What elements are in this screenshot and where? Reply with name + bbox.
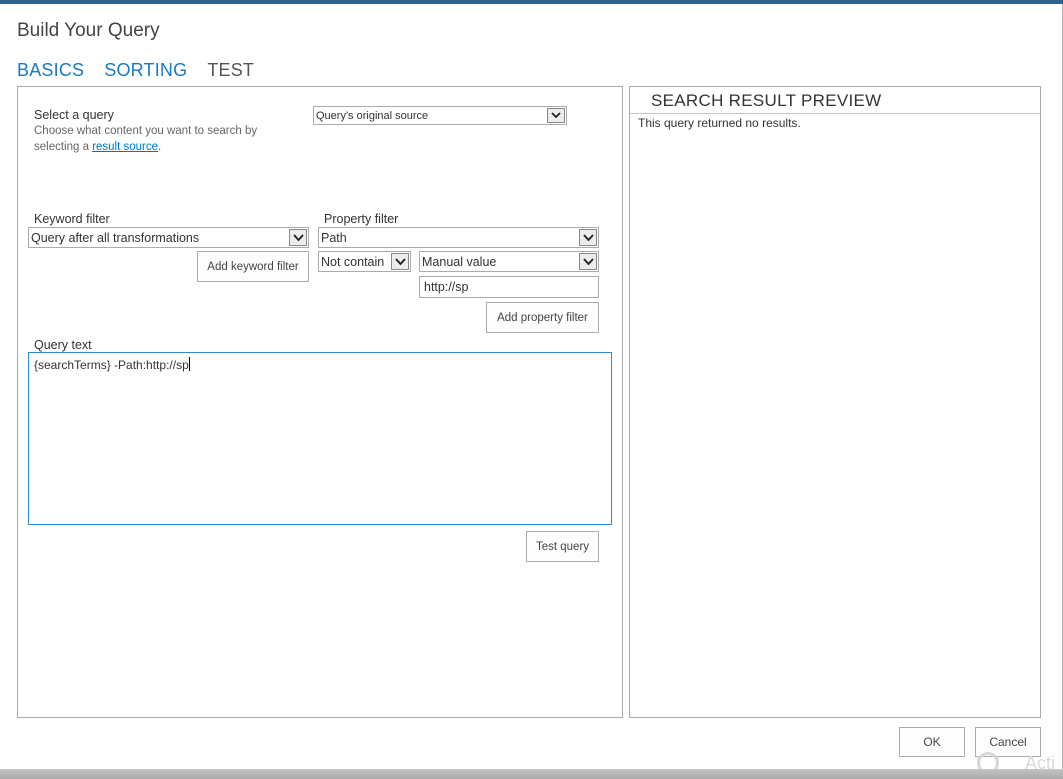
dialog-title: Build Your Query xyxy=(17,20,160,41)
result-source-link[interactable]: result source xyxy=(92,141,158,153)
property-filter-label: Property filter xyxy=(324,212,399,226)
keyword-filter-label: Keyword filter xyxy=(34,212,110,226)
query-text-area[interactable]: {searchTerms} -Path:http://sp xyxy=(28,352,612,525)
chevron-down-icon[interactable] xyxy=(391,253,409,270)
keyword-filter-select[interactable]: Query after all transformations xyxy=(28,227,309,248)
query-builder-panel: Select a query Choose what content you w… xyxy=(17,86,623,718)
select-query-label: Select a query xyxy=(34,108,114,122)
ok-button[interactable]: OK xyxy=(899,727,965,757)
search-result-preview-panel: SEARCH RESULT PREVIEW This query returne… xyxy=(629,86,1041,718)
tab-sorting[interactable]: SORTING xyxy=(104,60,187,81)
watermark-text: Acti xyxy=(1025,753,1056,769)
property-value-input[interactable]: http://sp xyxy=(419,276,599,298)
select-query-description: Choose what content you want to search b… xyxy=(34,123,284,155)
value-source-value: Manual value xyxy=(422,254,497,269)
tab-basics[interactable]: BASICS xyxy=(17,60,84,81)
operator-select[interactable]: Not contain xyxy=(318,251,411,272)
query-text-label: Query text xyxy=(34,338,92,352)
magnifier-icon xyxy=(977,752,999,769)
chevron-down-icon[interactable] xyxy=(547,108,565,123)
query-text-value: {searchTerms} -Path:http://sp xyxy=(34,358,189,372)
window-top-bar xyxy=(0,0,1063,4)
query-source-value: Query's original source xyxy=(316,109,429,122)
add-keyword-filter-button[interactable]: Add keyword filter xyxy=(197,251,309,282)
chevron-down-icon[interactable] xyxy=(579,229,597,246)
chevron-down-icon[interactable] xyxy=(289,229,307,246)
property-select[interactable]: Path xyxy=(318,227,599,248)
keyword-filter-value: Query after all transformations xyxy=(31,230,200,245)
preview-title: SEARCH RESULT PREVIEW xyxy=(630,87,1040,114)
query-source-select[interactable]: Query's original source xyxy=(313,106,567,125)
value-source-select[interactable]: Manual value xyxy=(419,251,599,272)
tab-bar: BASICS SORTING TEST xyxy=(17,60,254,81)
activation-watermark: Acti xyxy=(975,750,1063,769)
operator-value: Not contain xyxy=(321,254,385,269)
chevron-down-icon[interactable] xyxy=(579,253,597,270)
tab-test[interactable]: TEST xyxy=(207,60,254,81)
property-value: Path xyxy=(321,230,347,245)
description-suffix: . xyxy=(158,141,162,153)
test-query-button[interactable]: Test query xyxy=(526,531,599,562)
add-property-filter-button[interactable]: Add property filter xyxy=(486,302,599,333)
window-bottom-shadow xyxy=(0,769,1063,779)
preview-message: This query returned no results. xyxy=(638,116,801,130)
text-caret xyxy=(188,357,190,371)
